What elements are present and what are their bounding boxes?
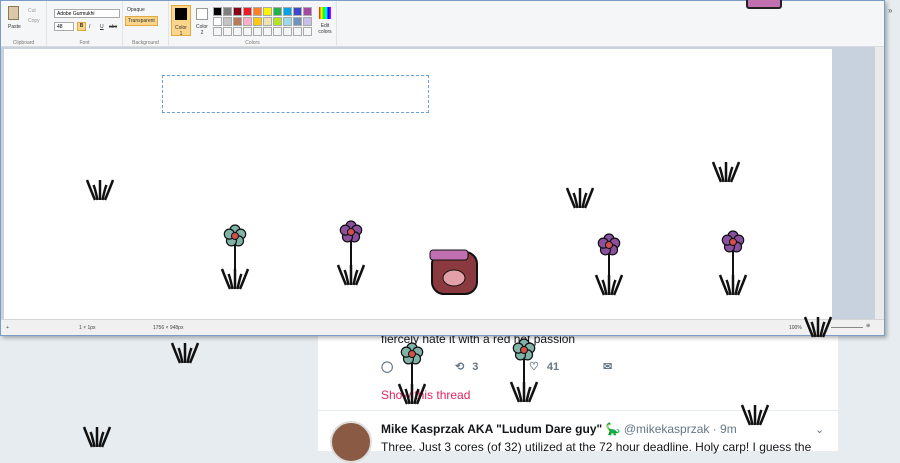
colors-group: Color 1 Color 2 Edit colors Colors xyxy=(169,1,337,47)
chevron-right-icon[interactable]: » xyxy=(888,6,892,15)
selection-size: 1 × 1px xyxy=(79,325,96,331)
retweet-icon: ⟲ xyxy=(455,361,465,373)
palette-swatch[interactable] xyxy=(283,17,292,26)
font-family-select[interactable]: Adobe Gurmukhi xyxy=(54,9,120,18)
vertical-scrollbar[interactable] xyxy=(875,47,884,319)
status-bar: + 1 × 1px 1756 × 948px 100% ⊕ xyxy=(1,319,884,335)
show-thread-link[interactable]: Show this thread xyxy=(381,388,470,402)
zoom-slider[interactable] xyxy=(831,327,863,328)
italic-button[interactable]: I xyxy=(89,24,90,30)
chevron-down-icon[interactable]: ⌄ xyxy=(815,423,824,436)
paint-window: Paste Cut Copy Clipboard Adobe Gurmukhi … xyxy=(0,0,885,336)
palette-swatch[interactable] xyxy=(243,27,252,36)
palette-swatch[interactable] xyxy=(303,17,312,26)
paste-icon xyxy=(8,6,19,20)
grass-doodle xyxy=(170,342,200,364)
palette-swatch[interactable] xyxy=(293,7,302,16)
palette-swatch[interactable] xyxy=(213,17,222,26)
paste-button[interactable]: Paste xyxy=(8,24,21,30)
palette-swatch[interactable] xyxy=(273,17,282,26)
palette-swatch[interactable] xyxy=(273,27,282,36)
reply-icon: ◯ xyxy=(381,361,394,373)
color2-swatch xyxy=(196,8,208,20)
palette-swatch[interactable] xyxy=(263,27,272,36)
text-selection-box[interactable] xyxy=(162,75,429,113)
reply-button[interactable]: ◯ xyxy=(381,360,455,373)
palette-swatch[interactable] xyxy=(243,17,252,26)
palette-swatch[interactable] xyxy=(213,7,222,16)
palette-swatch[interactable] xyxy=(243,7,252,16)
grass-doodle xyxy=(82,426,112,448)
palette-swatch[interactable] xyxy=(233,27,242,36)
dm-button[interactable]: ✉ xyxy=(603,360,677,373)
dinosaur-icon: 🦕 xyxy=(605,422,621,436)
palette-swatch[interactable] xyxy=(253,17,262,26)
avatar[interactable] xyxy=(330,421,372,463)
palette-swatch[interactable] xyxy=(263,17,272,26)
palette-swatch[interactable] xyxy=(223,17,232,26)
opaque-button[interactable]: Opaque xyxy=(127,7,145,13)
palette-swatch[interactable] xyxy=(293,17,302,26)
like-button[interactable]: ♡ 41 xyxy=(529,360,603,374)
palette-swatch[interactable] xyxy=(303,27,312,36)
background-group: Opaque Transparent Background xyxy=(123,1,169,47)
transparent-button[interactable]: Transparent xyxy=(125,16,158,26)
bold-button[interactable]: B xyxy=(77,22,86,31)
palette-swatch[interactable] xyxy=(233,17,242,26)
palette-swatch[interactable] xyxy=(233,7,242,16)
tweet-author[interactable]: Mike Kasprzak AKA "Ludum Dare guy" 🦕 @mi… xyxy=(381,422,737,436)
crosshair-icon: + xyxy=(6,325,9,331)
color1-button[interactable]: Color 1 xyxy=(171,5,191,37)
canvas-area xyxy=(1,47,875,319)
palette-swatch[interactable] xyxy=(213,27,222,36)
palette-swatch[interactable] xyxy=(253,7,262,16)
palette-swatch[interactable] xyxy=(293,27,302,36)
underline-button[interactable]: U xyxy=(100,24,104,30)
envelope-icon: ✉ xyxy=(603,361,613,373)
stamp-sticker xyxy=(746,0,782,9)
palette-swatch[interactable] xyxy=(223,27,232,36)
color2-button[interactable]: Color 2 xyxy=(193,5,213,36)
edit-colors-button[interactable]: Edit colors xyxy=(315,23,335,35)
palette-swatch[interactable] xyxy=(283,27,292,36)
palette-swatch[interactable] xyxy=(283,7,292,16)
color1-swatch xyxy=(175,8,187,20)
image-size: 1756 × 948px xyxy=(153,325,184,331)
palette-swatch[interactable] xyxy=(303,7,312,16)
font-group: Adobe Gurmukhi 48 B I U abc Font xyxy=(47,1,123,47)
zoom-in-icon[interactable]: ⊕ xyxy=(866,323,870,329)
retweet-button[interactable]: ⟲ 3 xyxy=(455,360,529,374)
edit-colors-icon xyxy=(319,7,331,19)
palette-swatch[interactable] xyxy=(273,7,282,16)
copy-button[interactable]: Copy xyxy=(28,18,40,24)
ribbon: Paste Cut Copy Clipboard Adobe Gurmukhi … xyxy=(1,0,884,47)
zoom-level: 100% xyxy=(789,325,802,331)
divider xyxy=(318,410,838,411)
strikethrough-button[interactable]: abc xyxy=(109,24,117,30)
tweet-text: Three. Just 3 cores (of 32) utilized at … xyxy=(381,440,812,454)
page-edge: » xyxy=(885,0,900,451)
palette-swatch[interactable] xyxy=(253,27,262,36)
heart-icon: ♡ xyxy=(529,361,539,373)
tweet-actions: ◯ ⟲ 3 ♡ 41 ✉ xyxy=(381,360,677,374)
palette-swatch[interactable] xyxy=(223,7,232,16)
cut-button[interactable]: Cut xyxy=(28,8,36,14)
palette-swatch[interactable] xyxy=(263,7,272,16)
clipboard-group: Paste Cut Copy Clipboard xyxy=(1,1,47,47)
font-size-select[interactable]: 48 xyxy=(54,22,74,31)
